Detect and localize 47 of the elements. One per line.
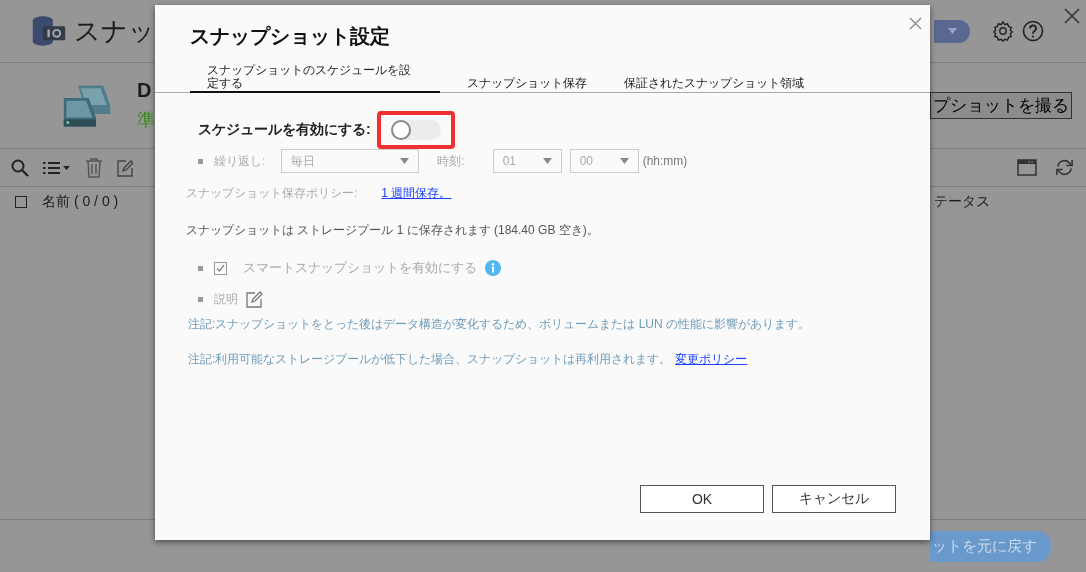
edit-icon[interactable] xyxy=(117,158,133,177)
bullet xyxy=(198,158,203,164)
schedule-toggle[interactable] xyxy=(390,120,441,140)
window-icon[interactable] xyxy=(1017,159,1037,176)
trash-icon[interactable] xyxy=(85,157,103,178)
tab[interactable]: スナップショットのスケジュールを設定する xyxy=(190,62,440,93)
volume-status: 準 xyxy=(137,109,155,132)
refresh-icon[interactable] xyxy=(1055,158,1074,177)
caret-icon xyxy=(542,158,552,164)
close-icon[interactable] xyxy=(909,17,922,30)
schedule-label: スケジュールを有効にする: xyxy=(198,121,371,139)
ok-button[interactable]: OK xyxy=(640,485,764,513)
column-header: テータス xyxy=(934,193,990,211)
caret-icon xyxy=(400,158,410,164)
description-label: 説明 xyxy=(214,291,238,308)
time-label: 時刻: xyxy=(437,152,465,170)
bullet xyxy=(198,297,203,302)
tab[interactable]: 保証されたスナップショット領域 xyxy=(607,75,814,93)
edit-icon[interactable] xyxy=(246,291,263,308)
bullet xyxy=(198,265,203,271)
change-policy-link[interactable]: 変更ポリシー xyxy=(675,352,748,366)
storage-note: スナップショットは ストレージプール 1 に保存されます (184.40 GB 空き)。 xyxy=(186,222,600,239)
retention-label: スナップショット保存ポリシー: xyxy=(186,186,358,200)
list-view-icon[interactable] xyxy=(43,160,71,175)
close-icon[interactable] xyxy=(1064,8,1080,24)
caret-icon xyxy=(947,28,957,34)
smart-snapshot-checkbox[interactable] xyxy=(214,261,227,275)
cancel-button[interactable]: キャンセル xyxy=(772,485,896,513)
smart-snapshot-label: スマートスナップショットを有効にする xyxy=(243,259,477,277)
settings-icon[interactable] xyxy=(992,20,1014,42)
note-text: 注記:スナップショットをとった後はデータ構造が変化するため、ボリュームまたは LUN の性能に影響があります。 xyxy=(188,317,810,331)
note-text: 注記:利用可能なストレージプールが低下した場合、スナップショットは再利用されます。 xyxy=(188,352,672,366)
dialog-title: スナップショット設定 xyxy=(190,24,390,49)
time-format: (hh:mm) xyxy=(642,154,688,168)
dropdown-button[interactable] xyxy=(934,19,970,43)
repeat-label: 繰り返し: xyxy=(214,152,266,170)
drive-icon xyxy=(62,82,112,129)
search-icon[interactable] xyxy=(11,158,29,177)
app-title: スナッ xyxy=(74,14,155,48)
select-all-checkbox[interactable] xyxy=(15,196,27,208)
help-icon[interactable] xyxy=(1022,20,1044,42)
column-header: 名前 ( 0 / 0 ) xyxy=(42,193,119,211)
volume-name: D xyxy=(137,79,153,102)
take-snapshot-button[interactable]: プショットを撮る xyxy=(930,92,1072,119)
tab[interactable]: スナップショット保存 xyxy=(450,75,597,93)
caret-icon xyxy=(619,158,629,164)
retention-link[interactable]: 1 週間保存。 xyxy=(381,186,452,200)
